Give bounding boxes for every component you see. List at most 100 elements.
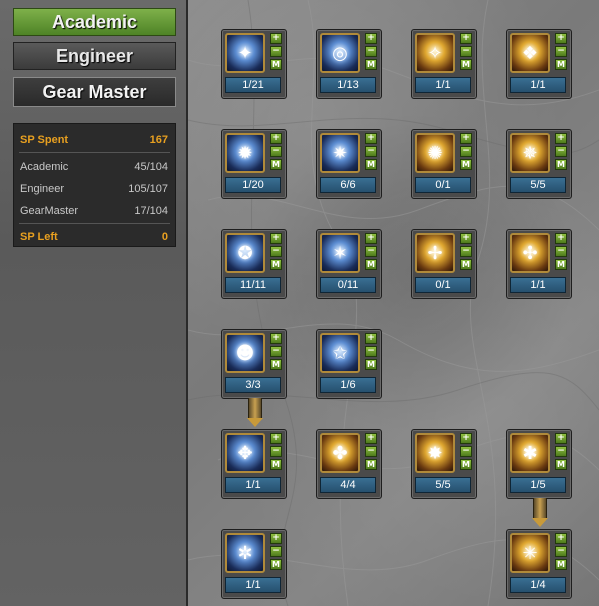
skill-max-button[interactable]: M xyxy=(555,459,567,470)
skill-icon[interactable]: ❖ xyxy=(510,33,550,73)
skill-minus-button[interactable]: − xyxy=(270,146,282,157)
skill-icon[interactable]: ✶ xyxy=(320,233,360,273)
skill-max-button[interactable]: M xyxy=(270,259,282,270)
skill-plus-button[interactable]: + xyxy=(270,333,282,344)
skill-plus-button[interactable]: + xyxy=(270,33,282,44)
skill-plus-button[interactable]: + xyxy=(555,33,567,44)
tab-academic[interactable]: Academic xyxy=(13,8,176,36)
skill-plus-button[interactable]: + xyxy=(555,433,567,444)
skill-max-button[interactable]: M xyxy=(270,559,282,570)
skill-max-button[interactable]: M xyxy=(365,259,377,270)
skill-max-button[interactable]: M xyxy=(460,59,472,70)
skill-icon[interactable]: ✵ xyxy=(510,133,550,173)
sp-left-row: SP Left 0 xyxy=(20,231,168,243)
skill-plus-button[interactable]: + xyxy=(270,533,282,544)
skill-minus-button[interactable]: − xyxy=(270,246,282,257)
skill-icon[interactable]: ✤ xyxy=(320,433,360,473)
skill-icon[interactable]: ✩ xyxy=(320,333,360,373)
skill-max-button[interactable]: M xyxy=(270,159,282,170)
tab-engineer[interactable]: Engineer xyxy=(13,42,176,70)
skill-plus-button[interactable]: + xyxy=(365,133,377,144)
skill-plus-button[interactable]: + xyxy=(460,233,472,244)
skill-minus-button[interactable]: − xyxy=(555,46,567,57)
tab-gear-master[interactable]: Gear Master xyxy=(13,77,176,107)
skill-minus-button[interactable]: − xyxy=(365,446,377,457)
skill-minus-button[interactable]: − xyxy=(270,346,282,357)
skill-minus-button[interactable]: − xyxy=(460,46,472,57)
skill-plus-button[interactable]: + xyxy=(555,133,567,144)
skill-max-button[interactable]: M xyxy=(270,59,282,70)
skill-glyph-icon: ✳ xyxy=(522,542,538,564)
skill-plus-button[interactable]: + xyxy=(460,433,472,444)
sp-engineer-label: Engineer xyxy=(20,183,65,195)
skill-icon[interactable]: ✹ xyxy=(225,133,265,173)
skill-slot: ✤ + − M 4/4 xyxy=(316,429,382,499)
skill-max-button[interactable]: M xyxy=(555,159,567,170)
skill-minus-button[interactable]: − xyxy=(365,246,377,257)
skill-minus-button[interactable]: − xyxy=(555,546,567,557)
skill-minus-button[interactable]: − xyxy=(460,446,472,457)
skill-minus-button[interactable]: − xyxy=(555,146,567,157)
skill-icon[interactable]: ◎ xyxy=(320,33,360,73)
skill-minus-button[interactable]: − xyxy=(555,246,567,257)
sp-left-value: 0 xyxy=(161,231,168,243)
skill-icon[interactable]: ✲ xyxy=(225,533,265,573)
skill-plus-button[interactable]: + xyxy=(555,533,567,544)
sp-gearmaster-label: GearMaster xyxy=(20,205,79,217)
skill-icon[interactable]: ✷ xyxy=(320,133,360,173)
skill-plus-button[interactable]: + xyxy=(270,233,282,244)
skill-max-button[interactable]: M xyxy=(365,359,377,370)
skill-plus-button[interactable]: + xyxy=(460,133,472,144)
skill-level: 1/1 xyxy=(225,477,281,493)
skill-minus-button[interactable]: − xyxy=(270,46,282,57)
skill-icon[interactable]: ✳ xyxy=(510,533,550,573)
skill-minus-button[interactable]: − xyxy=(365,346,377,357)
skill-minus-button[interactable]: − xyxy=(460,146,472,157)
skill-icon[interactable]: ✥ xyxy=(225,433,265,473)
skill-tree-panel: ✦ + − M 1/21 ◎ + − M 1/13 ✧ + − M 1/1 ❖ + − M 1/1 ✹ + − M 1/20 ✷ +… xyxy=(188,0,599,606)
skill-icon[interactable]: ✦ xyxy=(225,33,265,73)
skill-plus-button[interactable]: + xyxy=(365,433,377,444)
skill-plus-button[interactable]: + xyxy=(555,233,567,244)
skill-glyph-icon: ✤ xyxy=(332,442,348,464)
skill-glyph-icon: ✲ xyxy=(237,542,253,564)
skill-icon[interactable]: ✪ xyxy=(225,233,265,273)
skill-icon[interactable]: ✢ xyxy=(415,233,455,273)
skill-max-button[interactable]: M xyxy=(365,459,377,470)
skill-icon[interactable]: ☻ xyxy=(225,333,265,373)
skill-slot: ✵ + − M 5/5 xyxy=(506,129,572,199)
skill-max-button[interactable]: M xyxy=(270,459,282,470)
skill-level: 0/1 xyxy=(415,177,471,193)
skill-max-button[interactable]: M xyxy=(460,259,472,270)
skill-minus-button[interactable]: − xyxy=(270,446,282,457)
skill-icon[interactable]: ✱ xyxy=(510,433,550,473)
prerequisite-arrow xyxy=(533,498,547,518)
skill-max-button[interactable]: M xyxy=(460,159,472,170)
skill-slot: ☻ + − M 3/3 xyxy=(221,329,287,399)
skill-minus-button[interactable]: − xyxy=(365,46,377,57)
skill-glyph-icon: ✥ xyxy=(237,442,253,464)
skill-max-button[interactable]: M xyxy=(365,59,377,70)
skill-plus-button[interactable]: + xyxy=(365,233,377,244)
skill-icon[interactable]: ✸ xyxy=(415,433,455,473)
skill-minus-button[interactable]: − xyxy=(270,546,282,557)
skill-plus-button[interactable]: + xyxy=(365,33,377,44)
skill-max-button[interactable]: M xyxy=(270,359,282,370)
skill-plus-button[interactable]: + xyxy=(460,33,472,44)
skill-minus-button[interactable]: − xyxy=(365,146,377,157)
skill-slot: ✳ + − M 1/4 xyxy=(506,529,572,599)
skill-icon[interactable]: ✣ xyxy=(510,233,550,273)
skill-minus-button[interactable]: − xyxy=(555,446,567,457)
skill-max-button[interactable]: M xyxy=(555,59,567,70)
skill-max-button[interactable]: M xyxy=(555,559,567,570)
skill-plus-button[interactable]: + xyxy=(270,133,282,144)
skill-minus-button[interactable]: − xyxy=(460,246,472,257)
sp-engineer-value: 105/107 xyxy=(128,183,168,195)
skill-max-button[interactable]: M xyxy=(365,159,377,170)
skill-plus-button[interactable]: + xyxy=(365,333,377,344)
skill-icon[interactable]: ✺ xyxy=(415,133,455,173)
skill-icon[interactable]: ✧ xyxy=(415,33,455,73)
skill-plus-button[interactable]: + xyxy=(270,433,282,444)
skill-max-button[interactable]: M xyxy=(555,259,567,270)
skill-max-button[interactable]: M xyxy=(460,459,472,470)
